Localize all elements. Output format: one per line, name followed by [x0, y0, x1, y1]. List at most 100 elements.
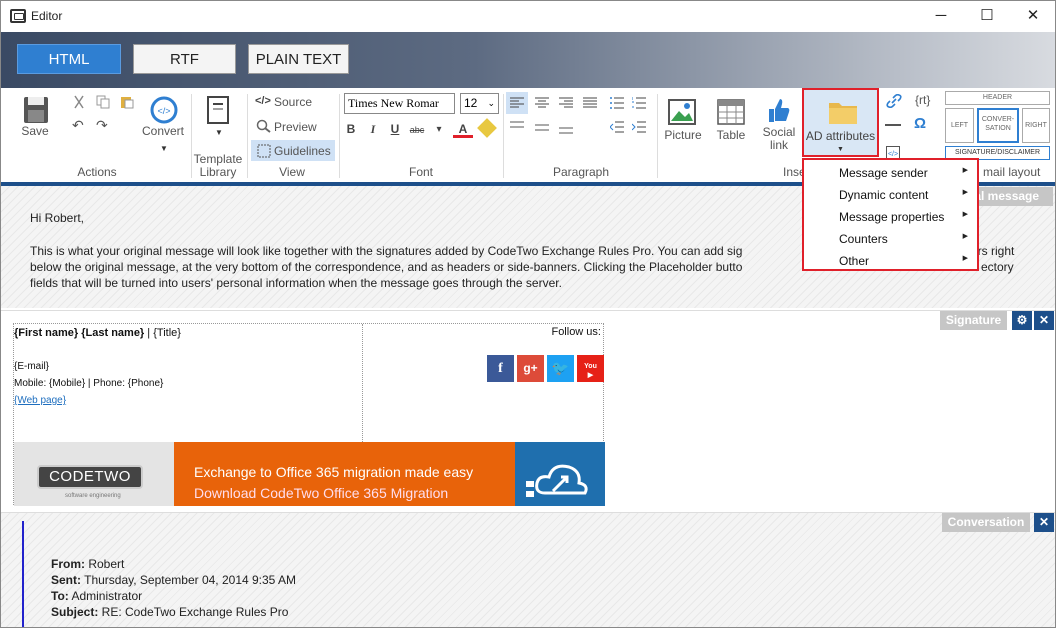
- table-icon[interactable]: [717, 99, 745, 125]
- bold-button[interactable]: B: [341, 122, 361, 136]
- logo-panel: CODETWO software engineering: [14, 442, 174, 506]
- submenu-arrow-icon: ▶: [962, 211, 968, 218]
- align-center-icon[interactable]: [535, 97, 549, 109]
- font-size-value: 12: [464, 96, 478, 110]
- banner-orange-panel[interactable]: Exchange to Office 365 migration made ea…: [174, 442, 515, 506]
- menu-item-message-properties[interactable]: Message properties ▶: [839, 210, 977, 224]
- to-value: Administrator: [68, 589, 143, 603]
- menu-item-message-sender[interactable]: Message sender ▶: [839, 166, 977, 180]
- banner-cloud-panel: [515, 442, 605, 506]
- font-color-dropdown-icon[interactable]: ▾: [429, 124, 449, 135]
- paragraph-spacing-icon[interactable]: [535, 124, 549, 132]
- editor-window: Editor ─ ☐ ✕ HTML RTF PLAIN TEXT Save ↶ …: [0, 0, 1056, 628]
- ad-attributes-menu: Message sender ▶ Dynamic content ▶ Message…: [802, 158, 979, 271]
- to-label: To:: [51, 589, 69, 603]
- facebook-icon[interactable]: f: [487, 355, 514, 382]
- guidelines-label: Guidelines: [274, 144, 331, 158]
- signature-title-placeholder: {Title}: [153, 327, 181, 339]
- save-icon[interactable]: [23, 96, 49, 124]
- justify-icon[interactable]: [583, 97, 597, 109]
- maximize-button[interactable]: ☐: [964, 1, 1010, 32]
- gear-icon[interactable]: ⚙: [1012, 311, 1032, 330]
- banner-line-1: Exchange to Office 365 migration made ea…: [194, 464, 474, 480]
- copy-icon[interactable]: [96, 95, 110, 109]
- redo-icon[interactable]: ↷: [96, 117, 108, 134]
- paste-icon[interactable]: [120, 95, 134, 109]
- preview-icon: [256, 119, 271, 133]
- template-dropdown-icon[interactable]: ▼: [215, 128, 223, 137]
- quote-bar: [22, 521, 24, 627]
- submenu-arrow-icon: ▶: [962, 167, 968, 174]
- subject-value: RE: CodeTwo Exchange Rules Pro: [98, 605, 289, 619]
- separator: [339, 94, 340, 178]
- horizontal-line-icon[interactable]: [885, 124, 901, 126]
- body-line-1: This is what your original message will …: [30, 244, 743, 258]
- signature-web-link[interactable]: {Web page}: [14, 395, 66, 406]
- header-layout-button[interactable]: HEADER: [945, 91, 1050, 105]
- picture-label: Picture: [664, 128, 702, 142]
- decrease-indent-icon[interactable]: [610, 121, 624, 133]
- guidelines-icon: [257, 144, 271, 158]
- rtf-mode-button[interactable]: RTF: [133, 44, 236, 74]
- chevron-down-icon: ⌄: [487, 98, 495, 108]
- social-link-icon[interactable]: [767, 97, 791, 123]
- body-line-2: below the original message, at the very …: [30, 260, 743, 274]
- separator: [247, 94, 248, 178]
- body-line-3: fields that will be turned into users' p…: [30, 276, 562, 290]
- close-signature-icon[interactable]: ✕: [1034, 311, 1054, 330]
- conversation-layout-label-1: CONVER-: [981, 116, 1015, 123]
- youtube-icon[interactable]: You ▶: [577, 355, 604, 382]
- subject-label: Subject:: [51, 605, 99, 619]
- plain-text-mode-button[interactable]: PLAIN TEXT: [248, 44, 349, 74]
- line-spacing-icon[interactable]: [510, 121, 524, 129]
- menu-item-label: Other: [839, 254, 870, 268]
- svg-text:</>: </>: [888, 151, 898, 158]
- ad-attributes-button[interactable]: AD attributes ▼: [802, 88, 879, 157]
- conversation-layout-button[interactable]: CONVER- SATION: [977, 108, 1019, 143]
- signature-email-placeholder: {E-mail}: [14, 361, 50, 372]
- google-plus-icon[interactable]: g+: [517, 355, 544, 382]
- minimize-button[interactable]: ─: [918, 1, 964, 32]
- align-right-icon[interactable]: [559, 97, 573, 109]
- numbered-list-icon[interactable]: [632, 97, 646, 109]
- spacing-icon[interactable]: [559, 127, 573, 135]
- convert-icon[interactable]: </>: [150, 96, 178, 124]
- omega-symbol-icon[interactable]: Ω: [914, 115, 926, 132]
- template-library-icon[interactable]: [205, 96, 231, 124]
- close-button[interactable]: ✕: [1010, 1, 1055, 32]
- strikethrough-button[interactable]: abc: [407, 125, 427, 135]
- undo-icon[interactable]: ↶: [72, 117, 84, 134]
- menu-item-dynamic-content[interactable]: Dynamic content ▶: [839, 188, 977, 202]
- font-family-select[interactable]: Times New Romar: [344, 93, 455, 114]
- from-label: From:: [51, 557, 85, 571]
- menu-item-counters[interactable]: Counters ▶: [839, 232, 977, 246]
- convert-dropdown-icon[interactable]: ▼: [160, 144, 168, 153]
- underline-button[interactable]: U: [385, 122, 405, 136]
- signature-template: {First name} {Last name} | {Title} {E-ma…: [13, 323, 605, 506]
- twitter-icon[interactable]: 🐦: [547, 355, 574, 382]
- source-button[interactable]: Source: [274, 96, 312, 109]
- actions-group-label: Actions: [77, 165, 117, 179]
- italic-button[interactable]: I: [363, 122, 383, 137]
- body-line-2-end: ectory: [981, 260, 1014, 274]
- hyperlink-icon[interactable]: [886, 94, 902, 108]
- left-layout-button[interactable]: LEFT: [945, 108, 974, 143]
- save-label: Save: [21, 124, 49, 138]
- conversation-section: Conversation ✕ From: Robert Sent: Thursd…: [1, 512, 1055, 627]
- menu-item-other[interactable]: Other ▶: [839, 254, 977, 268]
- submenu-arrow-icon: ▶: [962, 189, 968, 196]
- font-size-select[interactable]: 12 ⌄: [460, 93, 499, 114]
- conversation-tag: Conversation: [942, 513, 1030, 532]
- cut-icon[interactable]: [72, 95, 86, 109]
- increase-indent-icon[interactable]: [632, 121, 646, 133]
- picture-icon[interactable]: [668, 99, 696, 125]
- paragraph-group-label: Paragraph: [552, 165, 610, 179]
- close-conversation-icon[interactable]: ✕: [1034, 513, 1054, 532]
- preview-button[interactable]: Preview: [274, 121, 317, 134]
- html-mode-button[interactable]: HTML: [17, 44, 121, 74]
- rt-placeholder-button[interactable]: {rt}: [915, 93, 930, 107]
- highlight-icon[interactable]: [477, 118, 497, 138]
- font-color-button[interactable]: A: [453, 122, 473, 138]
- bullet-list-icon[interactable]: [610, 97, 624, 109]
- right-layout-button[interactable]: RIGHT: [1022, 108, 1050, 143]
